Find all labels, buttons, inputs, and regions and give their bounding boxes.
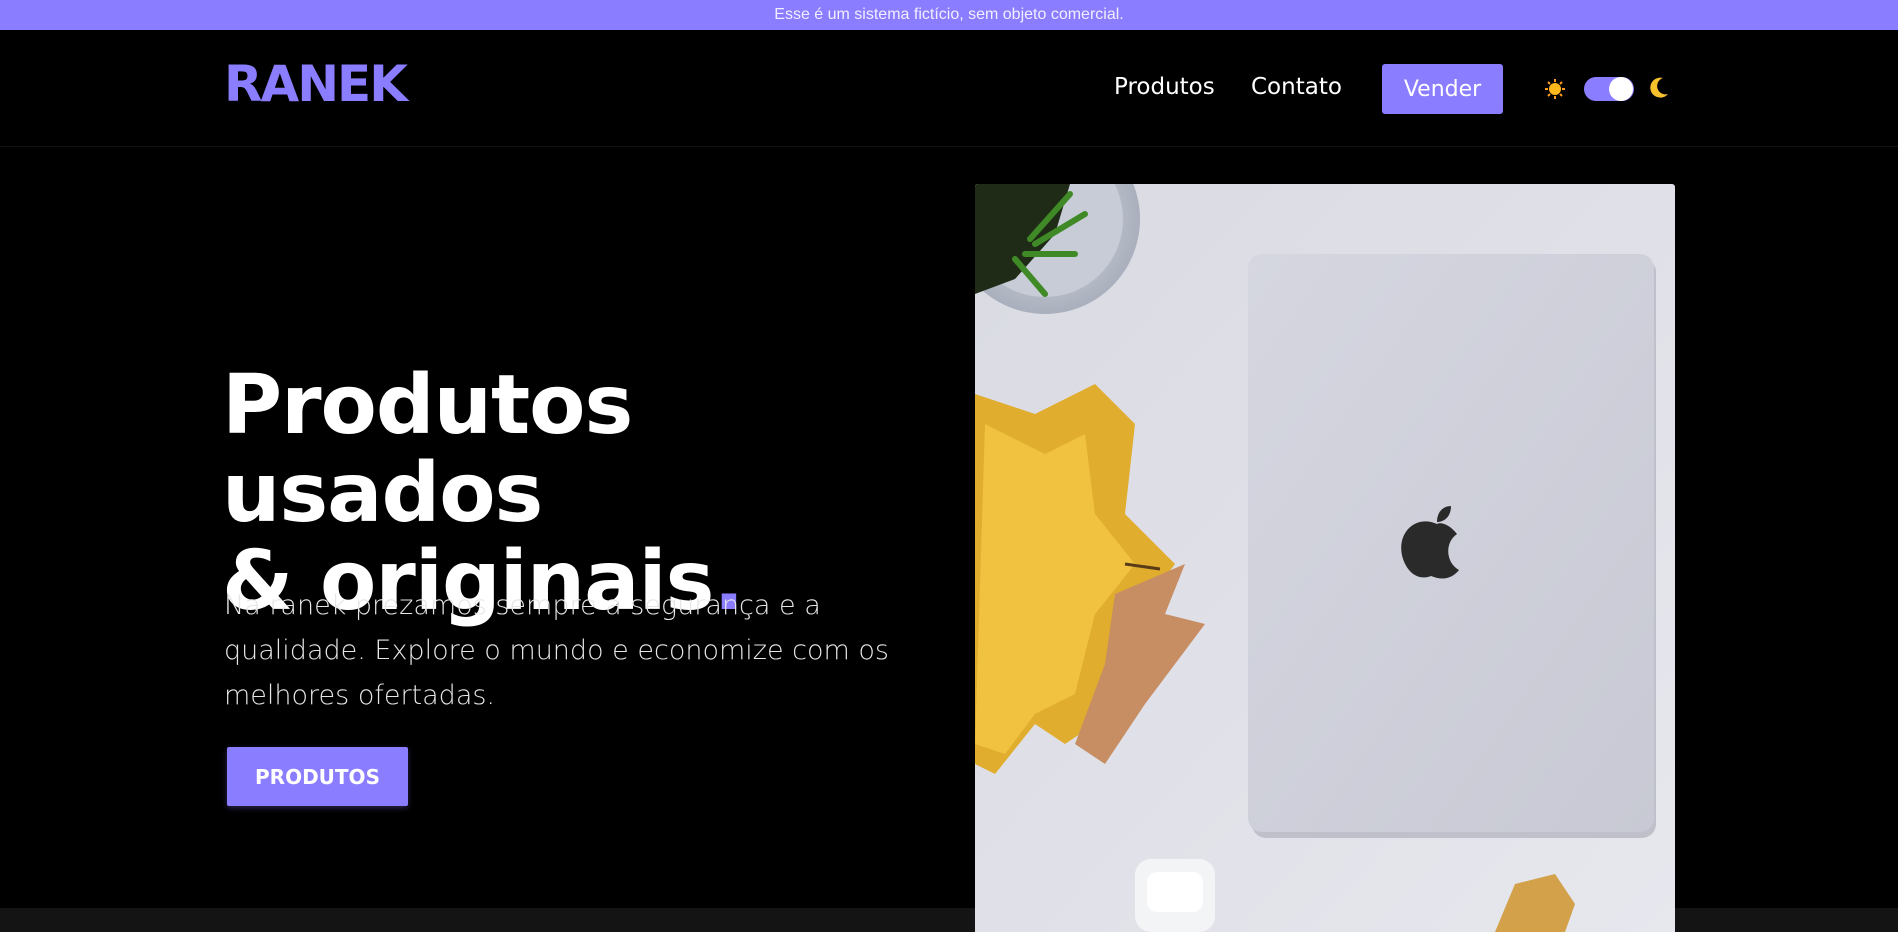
laptop-on-desk-photo [975,184,1675,932]
sun-icon [1545,79,1565,99]
demo-notice-banner: Esse é um sistema fictício, sem objeto c… [0,0,1898,30]
hero-description: Na ranek prezamos sempre a segurança e a… [224,590,889,711]
nav-link-contato[interactable]: Contato [1251,74,1342,100]
theme-toggle[interactable] [1584,77,1634,101]
nav-link-produtos[interactable]: Produtos [1114,74,1215,100]
products-cta-button[interactable]: PRODUTOS [227,747,408,806]
hero-title-line1: Produtos usados [222,358,633,541]
theme-toggle-knob[interactable] [1609,77,1633,101]
footer-strip-right [1675,908,1898,932]
sell-button[interactable]: Vender [1382,64,1503,114]
site-header: RANEK Produtos Contato Vender [0,30,1898,147]
moon-icon [1650,77,1668,98]
hero-image [975,184,1675,932]
footer-strip [0,908,975,932]
ranek-logo[interactable]: RANEK [224,59,408,109]
